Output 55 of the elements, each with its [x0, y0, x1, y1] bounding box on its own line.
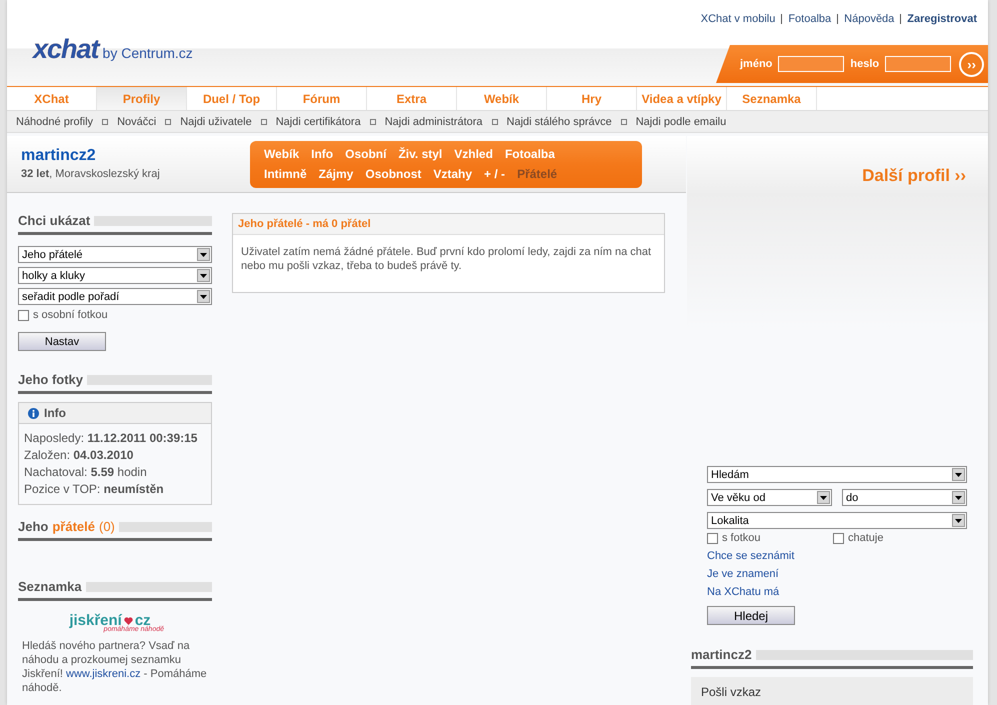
logo-subtitle: by Centrum.cz	[102, 45, 193, 61]
section-title: Jeho fotky	[18, 372, 84, 387]
checkbox[interactable]	[707, 532, 718, 544]
heart-icon	[124, 616, 133, 624]
promo-text: Hledáš nového partnera? Vsaď na náhodu a prozkoumej seznamku Jiskření! www.jiskreni.cz - Pomáháme náhodě.	[22, 639, 208, 695]
header-link[interactable]: Nápověda	[837, 14, 894, 24]
subnav-link[interactable]: Najdi stálého správce	[506, 116, 612, 128]
search-link[interactable]: Chce se seznámit	[707, 550, 967, 562]
checkbox-label: s osobní fotkou	[33, 309, 108, 321]
subnav-link[interactable]: Náhodné profily	[16, 116, 94, 128]
search-link[interactable]: Je ve znamení	[707, 568, 967, 580]
dropdown[interactable]: Lokalita	[707, 512, 967, 529]
panel-title: Jeho přátelé - má 0 přátel	[233, 214, 664, 235]
section-title: Seznamka	[18, 579, 82, 594]
dropdown[interactable]: holky a kluky	[18, 267, 212, 284]
promo-link[interactable]: www.jiskreni.cz	[66, 668, 141, 680]
info-line: Založen: 04.03.2010	[24, 447, 134, 464]
checkbox[interactable]	[18, 310, 29, 320]
dropdown[interactable]: seřadit podle pořadí	[18, 288, 212, 305]
info-line: Nachatoval: 5.59 hodin	[24, 464, 148, 481]
section-title: Chci ukázat	[18, 213, 90, 228]
username-field[interactable]	[778, 56, 844, 72]
set-button[interactable]: Nastav	[18, 332, 106, 351]
profile-details: 32 let, Moravskoslezský kraj	[21, 168, 161, 180]
info-line: Pozice v TOP: neumístěn	[24, 481, 165, 498]
section-title: Jeho	[18, 519, 48, 534]
friends-count: (0)	[98, 519, 115, 534]
dropdown[interactable]: Ve věku od	[707, 489, 832, 506]
header-link[interactable]: Zaregistrovat	[900, 14, 977, 24]
logo-text[interactable]: xchat	[33, 34, 99, 65]
checkbox-label: chatuje	[848, 532, 884, 544]
send-message-link[interactable]: Pošli vzkaz	[691, 677, 973, 705]
field-label: heslo	[850, 58, 880, 70]
password-field[interactable]	[885, 56, 952, 72]
field-label: jméno	[740, 58, 772, 70]
profile-name: martincz2	[21, 147, 97, 165]
dropdown[interactable]: do	[842, 489, 967, 506]
subnav-link[interactable]: Najdi certifikátora	[276, 116, 361, 128]
panel-text: Uživatel zatím nemá žádné přátele. Buď první kdo prolomí ledy, zajdi za ním na chat nebo mu pošli vzkaz, třeba to budeš právě ty.	[241, 245, 652, 273]
info-title: Info	[44, 406, 66, 420]
checkbox-label: s fotkou	[722, 532, 761, 544]
info-line: Naposledy: 11.12.2011 00:39:15	[24, 430, 198, 447]
subnav-link[interactable]: Najdi administrátora	[384, 116, 483, 128]
section-title: martincz2	[691, 647, 752, 662]
header-link[interactable]: Fotoalba	[781, 14, 832, 24]
search-link[interactable]: Na XChatu má	[707, 586, 967, 598]
search-button[interactable]: Hledej	[707, 606, 795, 625]
subnav-link[interactable]: Najdi uživatele	[180, 116, 252, 128]
info-icon	[28, 408, 39, 418]
subnav-link[interactable]: Najdi podle emailu	[636, 116, 726, 128]
dropdown[interactable]: Hledám	[707, 466, 967, 483]
subnav-link[interactable]: Nováčci	[117, 116, 156, 128]
dropdown[interactable]: Jeho přátelé	[18, 246, 212, 263]
checkbox[interactable]	[833, 532, 844, 544]
header-link[interactable]: XChat v mobilu	[700, 13, 776, 25]
